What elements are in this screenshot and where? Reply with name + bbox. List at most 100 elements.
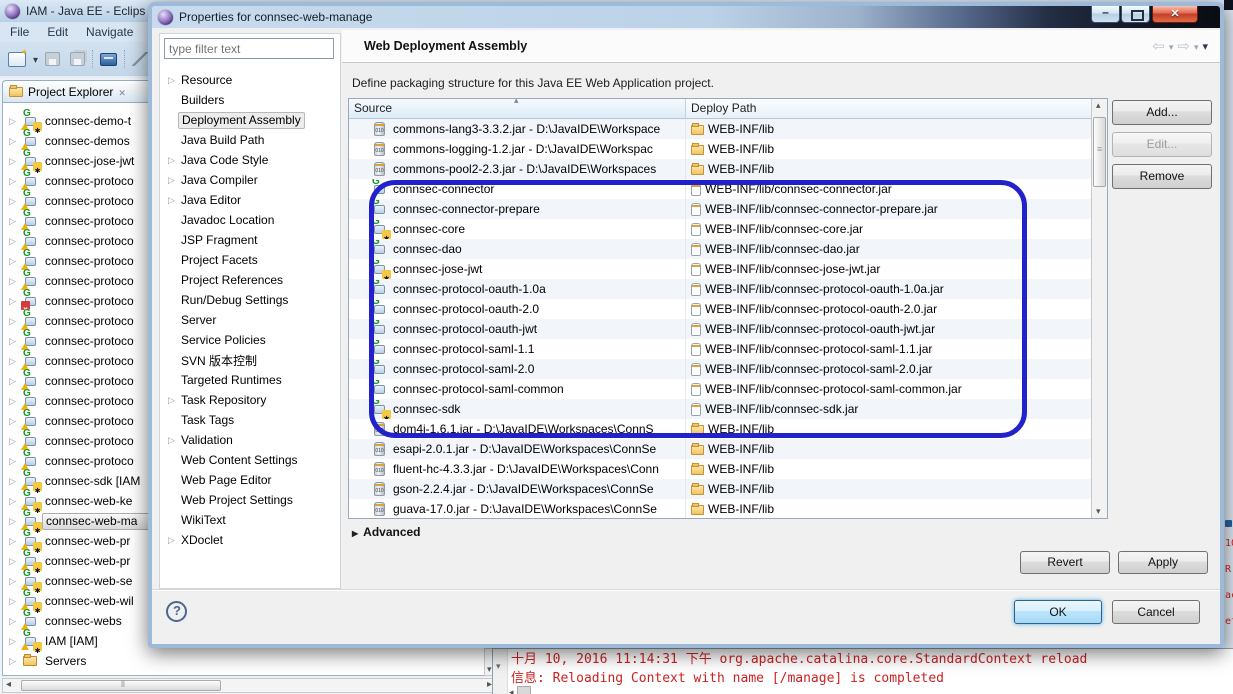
expand-arrow-icon[interactable]	[9, 476, 21, 487]
toolbar-icon[interactable]	[70, 52, 85, 66]
dialog-titlebar[interactable]: Properties for connsec-web-manage	[152, 6, 1220, 28]
column-header-deploy-path[interactable]: Deploy Path	[686, 99, 1092, 119]
ok-button[interactable]: OK	[1014, 600, 1102, 624]
filter-input[interactable]	[164, 38, 334, 59]
properties-tree-item[interactable]: Javadoc Location	[160, 210, 340, 230]
project-explorer-item[interactable]: Servers	[3, 651, 497, 671]
properties-tree-item[interactable]: SVN 版本控制	[160, 350, 340, 370]
table-row[interactable]: connsec-protocol-saml-2.0 WEB-INF/lib/co…	[349, 359, 1092, 379]
back-dropdown-icon[interactable]	[1169, 39, 1174, 53]
expand-arrow-icon[interactable]	[9, 236, 21, 247]
toolbar-icon[interactable]	[124, 50, 125, 68]
table-row[interactable]: guava-17.0.jar - D:\JavaIDE\Workspaces\C…	[349, 499, 1092, 519]
scrollbar-thumb[interactable]	[1093, 117, 1106, 187]
expand-arrow-icon[interactable]	[9, 296, 21, 307]
expand-arrow-icon[interactable]	[9, 316, 21, 327]
table-row[interactable]: connsec-core WEB-INF/lib/connsec-core.ja…	[349, 219, 1092, 239]
help-icon[interactable]	[166, 601, 187, 622]
expand-arrow-icon[interactable]	[9, 596, 21, 607]
table-row[interactable]: connsec-dao WEB-INF/lib/connsec-dao.jar	[349, 239, 1092, 259]
properties-tree-item[interactable]: Java Editor	[160, 190, 340, 210]
table-row[interactable]: commons-pool2-2.3.jar - D:\JavaIDE\Works…	[349, 159, 1092, 179]
expand-arrow-icon[interactable]	[9, 176, 21, 187]
close-button[interactable]	[1152, 6, 1198, 23]
properties-tree-item[interactable]: Project References	[160, 270, 340, 290]
expand-arrow-icon[interactable]	[9, 116, 21, 127]
table-row[interactable]: commons-lang3-3.3.2.jar - D:\JavaIDE\Wor…	[349, 119, 1092, 139]
properties-tree-item[interactable]: WikiText	[160, 510, 340, 530]
expand-arrow-icon[interactable]	[168, 155, 181, 166]
minimize-button[interactable]	[1091, 6, 1120, 23]
properties-tree-item[interactable]: Service Policies	[160, 330, 340, 350]
table-row[interactable]: connsec-protocol-oauth-2.0 WEB-INF/lib/c…	[349, 299, 1092, 319]
expand-arrow-icon[interactable]	[9, 356, 21, 367]
menu-item[interactable]: Edit	[47, 25, 68, 39]
expand-arrow-icon[interactable]	[9, 516, 21, 527]
cancel-button[interactable]: Cancel	[1112, 600, 1200, 624]
table-row[interactable]: connsec-connector-prepare WEB-INF/lib/co…	[349, 199, 1092, 219]
toolbar-icon[interactable]	[8, 52, 26, 67]
toolbar-icon[interactable]	[132, 52, 148, 66]
expand-arrow-icon[interactable]	[9, 556, 21, 567]
table-row[interactable]: esapi-2.0.1.jar - D:\JavaIDE\Workspaces\…	[349, 439, 1092, 459]
expand-arrow-icon[interactable]	[168, 435, 181, 446]
expand-arrow-icon[interactable]	[9, 376, 21, 387]
expand-arrow-icon[interactable]	[9, 396, 21, 407]
table-row[interactable]: connsec-protocol-saml-common WEB-INF/lib…	[349, 379, 1092, 399]
properties-tree-item[interactable]: XDoclet	[160, 530, 340, 550]
expand-arrow-icon[interactable]	[168, 195, 181, 206]
properties-tree-item[interactable]: Java Build Path	[160, 130, 340, 150]
revert-button[interactable]: Revert	[1020, 551, 1110, 574]
table-row[interactable]: fluent-hc-4.3.3.jar - D:\JavaIDE\Workspa…	[349, 459, 1092, 479]
back-icon[interactable]	[1152, 37, 1165, 55]
expand-arrow-icon[interactable]	[9, 136, 21, 147]
expand-arrow-icon[interactable]	[9, 156, 21, 167]
toolbar-icon[interactable]	[100, 53, 117, 66]
forward-dropdown-icon[interactable]	[1194, 39, 1199, 53]
scrollbar-thumb[interactable]	[21, 680, 221, 691]
table-row[interactable]: connsec-protocol-saml-1.1 WEB-INF/lib/co…	[349, 339, 1092, 359]
table-row[interactable]: connsec-protocol-oauth-jwt WEB-INF/lib/c…	[349, 319, 1092, 339]
expand-arrow-icon[interactable]	[9, 336, 21, 347]
remove-button[interactable]: Remove	[1112, 164, 1212, 189]
expand-arrow-icon[interactable]	[168, 535, 181, 546]
table-row[interactable]: dom4j-1.6.1.jar - D:\JavaIDE\Workspaces\…	[349, 419, 1092, 439]
properties-tree-item[interactable]: Web Content Settings	[160, 450, 340, 470]
horizontal-scrollbar[interactable]	[2, 678, 496, 693]
table-row[interactable]: connsec-jose-jwt WEB-INF/lib/connsec-jos…	[349, 259, 1092, 279]
properties-tree-item[interactable]: Validation	[160, 430, 340, 450]
properties-tree-item[interactable]: Run/Debug Settings	[160, 290, 340, 310]
expand-arrow-icon[interactable]	[9, 636, 21, 647]
console-gutter[interactable]	[493, 649, 508, 694]
expand-arrow-icon[interactable]	[9, 456, 21, 467]
expand-arrow-icon[interactable]	[9, 616, 21, 627]
toolbar-icon[interactable]	[92, 50, 93, 68]
apply-button[interactable]: Apply	[1118, 551, 1208, 574]
expand-arrow-icon[interactable]	[9, 276, 21, 287]
expand-arrow-icon[interactable]	[168, 395, 181, 406]
properties-tree-item[interactable]: Task Repository	[160, 390, 340, 410]
maximize-button[interactable]	[1121, 6, 1150, 23]
table-row[interactable]: gson-2.2.4.jar - D:\JavaIDE\Workspaces\C…	[349, 479, 1092, 499]
properties-tree-item[interactable]: Builders	[160, 90, 340, 110]
properties-tree-item[interactable]: Web Page Editor	[160, 470, 340, 490]
properties-tree-item[interactable]: Project Facets	[160, 250, 340, 270]
forward-icon[interactable]	[1177, 37, 1190, 55]
advanced-section[interactable]: Advanced	[352, 525, 421, 539]
expand-arrow-icon[interactable]	[9, 216, 21, 227]
table-row[interactable]: connsec-protocol-oauth-1.0a WEB-INF/lib/…	[349, 279, 1092, 299]
table-row[interactable]: connsec-sdk WEB-INF/lib/connsec-sdk.jar	[349, 399, 1092, 419]
properties-tree-item[interactable]: Deployment Assembly	[160, 110, 340, 130]
properties-tree-item[interactable]: Java Code Style	[160, 150, 340, 170]
properties-tree-item[interactable]: Web Project Settings	[160, 490, 340, 510]
expand-arrow-icon[interactable]	[9, 536, 21, 547]
table-row[interactable]: connsec-connector WEB-INF/lib/connsec-co…	[349, 179, 1092, 199]
add-button[interactable]: Add...	[1112, 100, 1212, 125]
properties-tree-item[interactable]: Targeted Runtimes	[160, 370, 340, 390]
close-icon[interactable]	[118, 85, 126, 99]
properties-tree-item[interactable]: JSP Fragment	[160, 230, 340, 250]
properties-tree-item[interactable]: Java Compiler	[160, 170, 340, 190]
collapsed-arrow-icon[interactable]	[352, 525, 363, 539]
expand-arrow-icon[interactable]	[9, 256, 21, 267]
properties-tree-item[interactable]: Resource	[160, 70, 340, 90]
